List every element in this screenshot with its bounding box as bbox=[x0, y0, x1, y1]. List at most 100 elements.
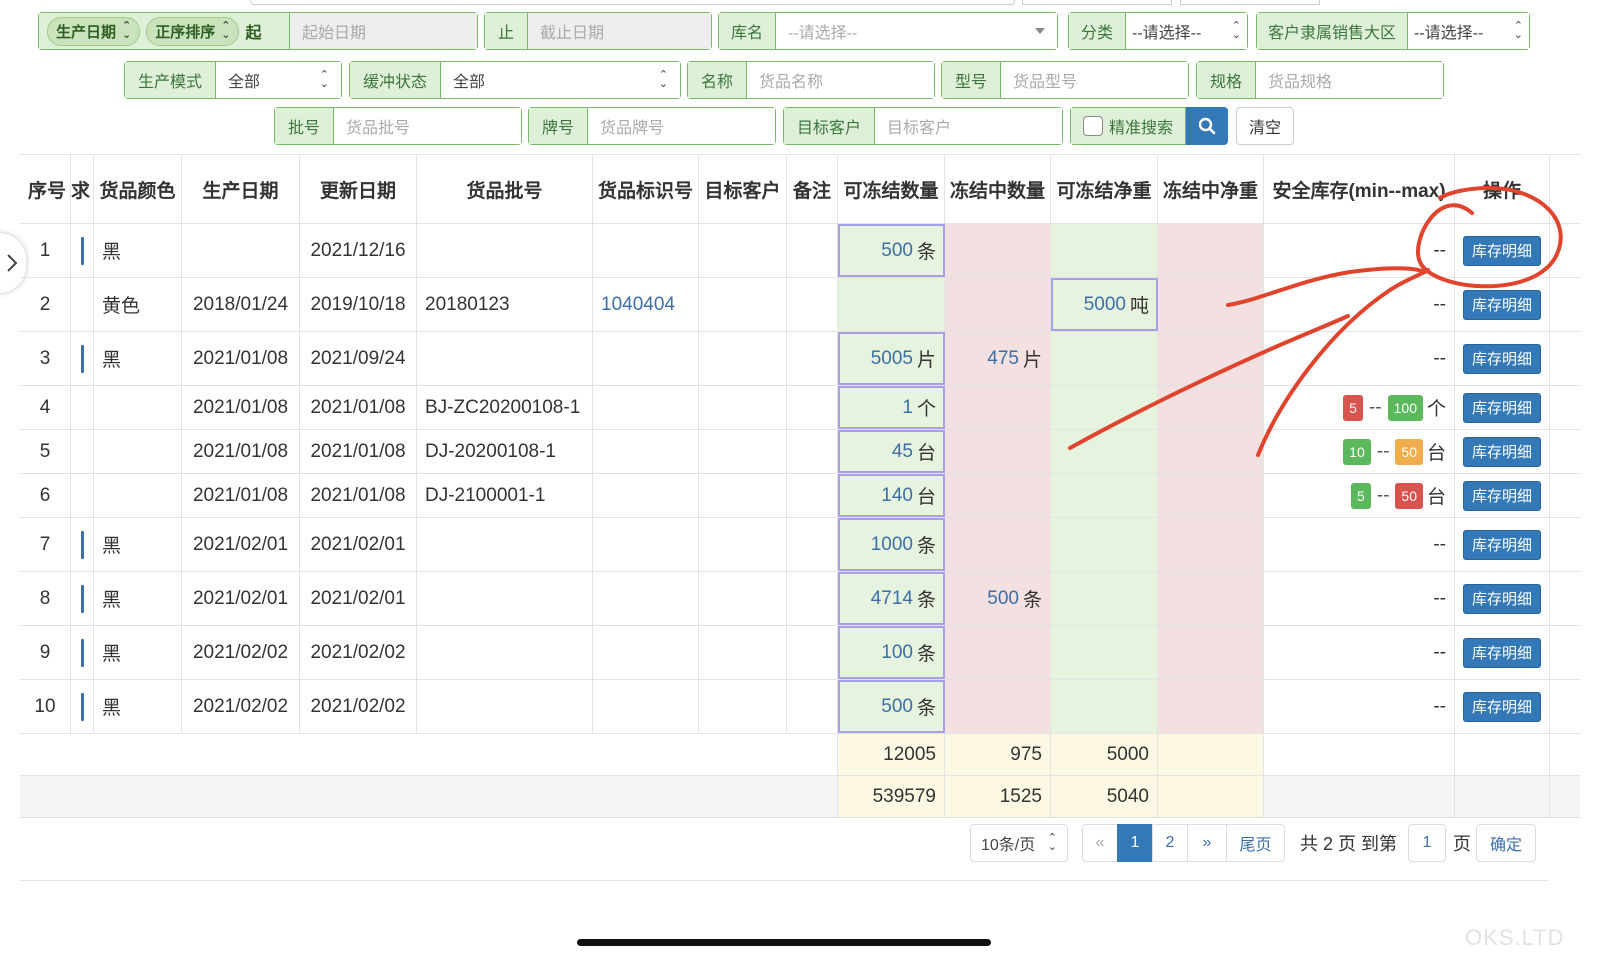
cutoff-button bbox=[1022, 0, 1172, 5]
warehouse-select[interactable]: --请选择-- bbox=[776, 12, 1058, 50]
prod-date-value: 2021/02/02 bbox=[192, 695, 289, 717]
dropdown-arrow-icon bbox=[1035, 28, 1045, 34]
safety-empty: -- bbox=[1433, 533, 1446, 555]
freezable-qty-value[interactable]: 500 bbox=[881, 696, 913, 718]
spec-input[interactable]: 货品规格 bbox=[1256, 61, 1444, 99]
freezable-weight-cell bbox=[1051, 680, 1158, 733]
seq-cell: 6 bbox=[20, 474, 71, 517]
panel-divider bbox=[20, 880, 1548, 881]
actions-cell: 库存明细 bbox=[1455, 278, 1550, 331]
search-button[interactable] bbox=[1186, 107, 1228, 145]
freezing-qty-value[interactable]: 500 bbox=[987, 588, 1019, 610]
freezable-qty-value[interactable]: 140 bbox=[881, 485, 913, 507]
safety-empty: -- bbox=[1433, 347, 1446, 369]
home-indicator bbox=[577, 939, 991, 946]
goto-page-input[interactable]: 1 bbox=[1408, 824, 1446, 862]
stock-detail-button[interactable]: 库存明细 bbox=[1463, 529, 1541, 560]
safety-stock-cell: -- bbox=[1264, 224, 1455, 277]
freezable-qty-value[interactable]: 100 bbox=[881, 642, 913, 664]
end-date-group: 止 截止日期 bbox=[484, 12, 712, 50]
update-date-cell: 2021/02/01 bbox=[300, 572, 417, 625]
freezable-weight-cell bbox=[1051, 224, 1158, 277]
stock-detail-button[interactable]: 库存明细 bbox=[1463, 691, 1541, 722]
customer-cell bbox=[699, 386, 787, 429]
update-date-cell: 2021/01/08 bbox=[300, 474, 417, 517]
freezing-qty-value[interactable]: 475 bbox=[987, 348, 1019, 370]
totals-actions-blank bbox=[1455, 776, 1550, 817]
prod-date-sort-pill[interactable]: 生产日期 ⌃ ⌄ bbox=[47, 16, 141, 46]
brand-input[interactable]: 货品牌号 bbox=[588, 107, 776, 145]
freezable-qty-value[interactable]: 1000 bbox=[871, 534, 913, 556]
freezable-qty-value[interactable]: 5005 bbox=[871, 348, 913, 370]
safety-empty: -- bbox=[1433, 641, 1446, 663]
totals-spacer bbox=[20, 776, 838, 817]
freezing-weight-cell bbox=[1158, 332, 1264, 385]
table-row: 4 2021/01/08 2021/01/08 BJ-ZC20200108-1 1 个 5-… bbox=[20, 386, 1580, 430]
prev-page-button[interactable]: « bbox=[1082, 824, 1118, 862]
page-size-select[interactable]: 10条/页 ⌃ ⌄ bbox=[970, 824, 1068, 862]
stock-detail-button[interactable]: 库存明细 bbox=[1463, 235, 1541, 266]
next-page-button[interactable]: » bbox=[1187, 824, 1227, 862]
freezable-weight-cell bbox=[1051, 518, 1158, 571]
category-label: 分类 bbox=[1068, 12, 1126, 50]
note-cell bbox=[787, 430, 838, 473]
name-input[interactable]: 货品名称 bbox=[747, 61, 935, 99]
safety-stock-cell: 5 -- 50 台 bbox=[1264, 474, 1455, 517]
category-select[interactable]: --请选择-- ⌃ ⌄ bbox=[1126, 12, 1248, 50]
batch-cell bbox=[417, 224, 593, 277]
mode-select[interactable]: 全部 ⌃ ⌄ bbox=[216, 61, 342, 99]
page-2-button[interactable]: 2 bbox=[1152, 824, 1188, 862]
freezing-qty-cell bbox=[945, 386, 1051, 429]
region-select[interactable]: --请选择-- ⌃ ⌄ bbox=[1408, 12, 1530, 50]
stock-detail-button[interactable]: 库存明细 bbox=[1463, 289, 1541, 320]
exact-search-checkbox[interactable] bbox=[1082, 116, 1103, 136]
prod-date-cell: 2021/02/01 bbox=[182, 518, 300, 571]
req-cell bbox=[71, 386, 94, 429]
customer-input[interactable]: 目标客户 bbox=[875, 107, 1063, 145]
freezable-qty-value[interactable]: 500 bbox=[881, 240, 913, 262]
color-cell bbox=[94, 474, 182, 517]
batch-input[interactable]: 货品批号 bbox=[334, 107, 522, 145]
last-page-button[interactable]: 尾页 bbox=[1226, 824, 1285, 862]
stock-detail-button[interactable]: 库存明细 bbox=[1463, 637, 1541, 668]
stock-detail-button[interactable]: 库存明细 bbox=[1463, 480, 1541, 511]
start-date-input[interactable]: 起始日期 bbox=[290, 12, 478, 50]
freezable-qty-value[interactable]: 45 bbox=[892, 441, 913, 463]
color-cell: 黑 bbox=[94, 680, 182, 733]
stock-detail-button[interactable]: 库存明细 bbox=[1463, 392, 1541, 423]
confirm-page-button[interactable]: 确定 bbox=[1476, 824, 1536, 862]
buffer-select[interactable]: 全部 ⌃ ⌄ bbox=[441, 61, 681, 99]
note-cell bbox=[787, 518, 838, 571]
freezable-weight-value[interactable]: 5000 bbox=[1084, 294, 1126, 316]
totals-safety-blank bbox=[1264, 776, 1455, 817]
row-indicator-bar bbox=[80, 638, 84, 667]
select-arrows-icon: ⌃ ⌄ bbox=[1231, 20, 1241, 41]
model-input[interactable]: 货品型号 bbox=[1001, 61, 1189, 99]
header-prod-date: 生产日期 bbox=[182, 155, 300, 223]
update-date-value: 2021/01/08 bbox=[310, 440, 406, 462]
order-sort-pill[interactable]: 正序排序 ⌃ ⌄ bbox=[146, 16, 240, 46]
freezable-qty-cell: 4714 条 bbox=[838, 572, 945, 625]
clear-button[interactable]: 清空 bbox=[1236, 107, 1294, 145]
freezable-qty-cell: 140 台 bbox=[838, 474, 945, 517]
exact-search-toggle[interactable]: 精准搜索 bbox=[1070, 107, 1186, 145]
freezable-qty-value[interactable]: 4714 bbox=[871, 588, 913, 610]
update-date-value: 2021/02/01 bbox=[310, 533, 406, 555]
note-cell bbox=[787, 332, 838, 385]
update-date-cell: 2019/10/18 bbox=[300, 278, 417, 331]
req-cell bbox=[71, 224, 94, 277]
end-date-input[interactable]: 截止日期 bbox=[528, 12, 712, 50]
code-link[interactable]: 1040404 bbox=[601, 294, 675, 316]
update-date-value: 2021/02/02 bbox=[310, 695, 406, 717]
safety-max-badge: 50 bbox=[1395, 482, 1423, 509]
header-batch: 货品批号 bbox=[417, 155, 593, 223]
freezable-qty-value[interactable]: 1 bbox=[902, 397, 913, 419]
stock-detail-button[interactable]: 库存明细 bbox=[1463, 343, 1541, 374]
region-label: 客户隶属销售大区 bbox=[1256, 12, 1408, 50]
page-1-button[interactable]: 1 bbox=[1117, 824, 1153, 862]
stock-detail-button[interactable]: 库存明细 bbox=[1463, 583, 1541, 614]
range-dash: -- bbox=[1376, 440, 1390, 462]
customer-cell bbox=[699, 626, 787, 679]
update-date-cell: 2021/02/02 bbox=[300, 626, 417, 679]
stock-detail-button[interactable]: 库存明细 bbox=[1463, 436, 1541, 467]
